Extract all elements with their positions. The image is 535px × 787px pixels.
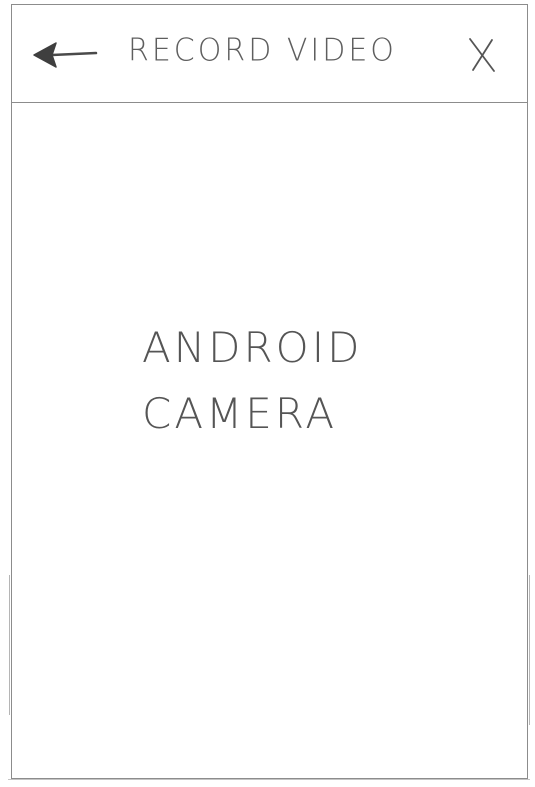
back-button[interactable] bbox=[30, 35, 100, 75]
camera-placeholder-label: ANDROID CAMERA bbox=[142, 315, 362, 447]
camera-label-line-2: CAMERA bbox=[142, 389, 338, 438]
camera-preview-area[interactable]: ANDROID CAMERA bbox=[12, 103, 527, 778]
frame-bottom-line bbox=[8, 779, 530, 780]
back-arrow-icon bbox=[33, 42, 98, 68]
camera-label-line-1: ANDROID bbox=[142, 323, 363, 372]
close-button[interactable] bbox=[464, 35, 500, 75]
page-title: RECORD VIDEO bbox=[128, 32, 397, 69]
app-header: RECORD VIDEO bbox=[12, 5, 527, 103]
close-icon bbox=[469, 38, 495, 72]
phone-frame: RECORD VIDEO ANDROID CAMERA bbox=[9, 4, 530, 779]
